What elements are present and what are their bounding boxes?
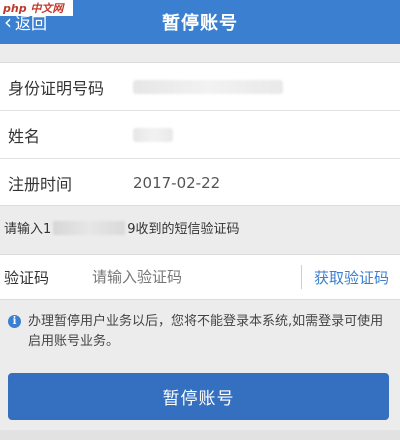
sms-tip: 请输入1 9收到的短信验证码: [4, 218, 240, 237]
id-number-value-redacted: [133, 79, 283, 94]
vertical-divider: [301, 265, 302, 289]
registration-row: 注册时间 2017-02-22: [0, 159, 400, 206]
phone-number-redacted: [53, 220, 126, 235]
bottom-bar: [0, 430, 400, 440]
account-info-section: 身份证明号码 姓名 注册时间 2017-02-22: [0, 62, 400, 206]
name-value-redacted: [133, 127, 173, 142]
verification-code-label: 验证码: [4, 268, 50, 287]
name-row: 姓名: [0, 111, 400, 158]
id-number-label: 身份证明号码: [8, 78, 105, 98]
get-code-button[interactable]: 获取验证码: [314, 255, 389, 299]
sms-tip-suffix: 9收到的短信验证码: [127, 222, 240, 237]
notice-text: 办理暂停用户业务以后，您将不能登录本系统,如需登录可使用启用账号业务。: [28, 314, 384, 349]
name-label: 姓名: [8, 126, 41, 146]
notice: i 办理暂停用户业务以后，您将不能登录本系统,如需登录可使用启用账号业务。: [0, 308, 400, 354]
registration-label: 注册时间: [8, 174, 73, 194]
id-number-row: 身份证明号码: [0, 63, 400, 110]
sms-tip-prefix: 请输入1: [4, 222, 52, 237]
info-icon: i: [8, 315, 21, 328]
watermark-logo: php 中文网: [0, 0, 73, 16]
registration-date: 2017-02-22: [133, 173, 221, 192]
verification-code-input[interactable]: [86, 263, 298, 291]
verification-code-row: 验证码 获取验证码: [0, 254, 400, 300]
suspend-account-button[interactable]: 暂停账号: [8, 373, 389, 420]
